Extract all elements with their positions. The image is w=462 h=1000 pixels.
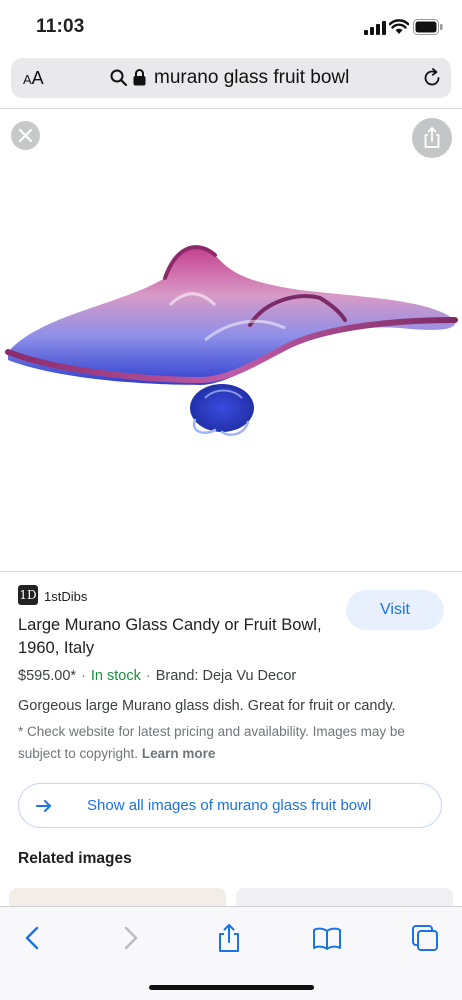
murano-glass-bowl-image[interactable] — [0, 220, 462, 460]
reader-text-size-button[interactable]: AAAA — [23, 68, 44, 89]
separator-dot: · — [81, 668, 86, 684]
result-title[interactable]: Large Murano Glass Candy or Fruit Bowl, … — [18, 614, 338, 660]
close-icon — [18, 128, 33, 143]
top-divider — [0, 108, 462, 109]
close-button[interactable] — [11, 121, 40, 150]
back-icon[interactable] — [17, 922, 49, 954]
show-all-label: Show all images of murano glass fruit bo… — [87, 797, 372, 814]
search-icon — [110, 69, 127, 86]
disclaimer: * Check website for latest pricing and a… — [18, 721, 428, 765]
product-meta: $595.00* · In stock · Brand: Deja Vu Decor — [18, 668, 296, 684]
status-bar: 11:03 — [0, 0, 462, 54]
show-all-images-button[interactable]: Show all images of murano glass fruit bo… — [18, 783, 442, 828]
share-button[interactable] — [412, 118, 452, 158]
price: $595.00* — [18, 668, 77, 684]
url-text[interactable]: murano glass fruit bowl — [154, 67, 349, 89]
address-bar[interactable]: AAAA murano glass fruit bowl — [11, 58, 451, 98]
related-images-heading: Related images — [18, 850, 132, 867]
brand: Brand: Deja Vu Decor — [155, 668, 297, 684]
visit-button[interactable]: Visit — [346, 590, 444, 630]
share-icon — [424, 127, 440, 148]
tabs-icon[interactable] — [409, 922, 441, 954]
home-indicator — [149, 985, 314, 990]
arrow-right-icon — [36, 800, 51, 812]
lock-icon — [133, 69, 146, 86]
signal-icon — [364, 21, 386, 35]
battery-icon — [413, 19, 443, 35]
wifi-icon — [389, 19, 409, 34]
image-divider — [0, 571, 462, 572]
separator-dot: · — [145, 668, 151, 684]
forward-icon[interactable] — [114, 922, 146, 954]
bookmarks-icon[interactable] — [311, 922, 343, 954]
source-name[interactable]: 1stDibs — [44, 589, 87, 604]
status-time: 11:03 — [36, 16, 85, 37]
description: Gorgeous large Murano glass dish. Great … — [18, 698, 396, 714]
share-icon[interactable] — [213, 922, 245, 954]
related-image-thumbnail[interactable] — [236, 888, 453, 908]
reload-icon[interactable] — [422, 68, 442, 88]
stock-status: In stock — [90, 668, 141, 684]
related-image-thumbnail[interactable] — [9, 888, 226, 908]
learn-more-link[interactable]: Learn more — [142, 746, 216, 761]
source-logo: 1D — [18, 585, 38, 605]
